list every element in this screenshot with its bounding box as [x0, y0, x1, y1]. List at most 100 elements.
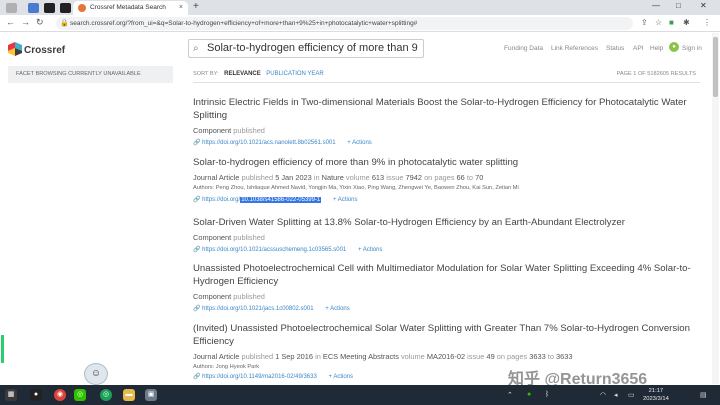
bookmark-star-icon[interactable]: ☆	[655, 18, 662, 27]
user-avatar-icon[interactable]: ●	[669, 42, 679, 52]
result-links: 🔗 https://doi.org/10.1021/acssuschemeng.…	[193, 245, 693, 255]
link-icon: 🔗	[193, 247, 201, 253]
result-title[interactable]: Intrinsic Electric Fields in Two-dimensi…	[193, 96, 693, 122]
logo-text: Crossref	[24, 45, 66, 56]
penguin-icon[interactable]: ●	[30, 389, 42, 401]
nav-sign-in[interactable]: Sign in	[682, 45, 702, 52]
result-authors: Authors: Peng Zhou, Ishtiaque Ahmed Navi…	[193, 185, 519, 191]
link-icon: 🔗	[193, 197, 201, 203]
scroll-indicator	[1, 335, 4, 363]
crossref-favicon-icon	[78, 4, 86, 12]
result-doi-link[interactable]: https://doi.org/10.1149/ma2016-02/49/363…	[202, 374, 317, 380]
crossref-logo-icon	[8, 42, 22, 56]
crossref-logo[interactable]: Crossref	[8, 40, 68, 60]
divider	[193, 82, 700, 83]
page-scrollbar[interactable]	[712, 33, 719, 384]
maximize-button[interactable]: □	[676, 1, 681, 10]
active-tab[interactable]: Crossref Metadata Search ×	[73, 1, 188, 15]
browser-toolbar: ← → ↻ 🔒 search.crossref.org/?from_ui=&q=…	[0, 15, 720, 32]
facet-sidebar-notice: FACET BROWSING CURRENTLY UNAVAILABLE	[8, 66, 173, 83]
forward-arrow-icon[interactable]: →	[21, 17, 30, 27]
result-meta: Component published	[193, 126, 265, 135]
active-tab-title: Crossref Metadata Search	[90, 4, 166, 11]
search-input-value: Solar-to-hydrogen efficiency of more tha…	[207, 42, 418, 54]
page-count: PAGE 1 OF 5182605 RESULTS	[616, 71, 696, 77]
search-input[interactable]: ⌕ Solar-to-hydrogen efficiency of more t…	[188, 39, 424, 58]
sort-publication-year[interactable]: PUBLICATION YEAR	[266, 71, 323, 77]
clock-date: 2023/3/14	[643, 396, 669, 402]
browser-tab-bar: Crossref Metadata Search × + — □ ✕	[0, 0, 720, 15]
tab-icon-4[interactable]	[60, 3, 71, 13]
app-icon[interactable]: ▣	[145, 389, 157, 401]
result-meta: Journal Article published 1 Sep 2016 in …	[193, 352, 573, 361]
result-title[interactable]: Solar-Driven Water Splitting at 13.8% So…	[193, 216, 693, 229]
link-icon: 🔗	[193, 306, 201, 312]
doi-selected-text: 10.1038/s41586-022-05399-1	[240, 197, 322, 203]
result-actions-button[interactable]: + Actions	[333, 197, 358, 203]
search-icon: ⌕	[193, 43, 199, 54]
result-actions-button[interactable]: + Actions	[328, 374, 353, 380]
new-tab-button[interactable]: +	[193, 1, 199, 12]
tray-arrow-icon[interactable]: ⌃	[507, 391, 513, 399]
tab-close-icon[interactable]: ×	[179, 1, 183, 15]
start-icon[interactable]: ▦	[5, 389, 17, 401]
mascot-icon[interactable]: ☺	[84, 363, 108, 385]
result-links: 🔗 https://doi.org/10.1038/s41586-022-053…	[193, 195, 693, 205]
result-title[interactable]: Unassisted Photoelectrochemical Cell wit…	[193, 262, 693, 288]
result-actions-button[interactable]: + Actions	[358, 247, 383, 253]
result-doi-link[interactable]: https://doi.org/10.1021/acs.nanolett.8b0…	[202, 140, 335, 146]
extension-icon[interactable]: ■	[669, 18, 674, 27]
folder-icon[interactable]: ▬	[123, 389, 135, 401]
result-actions-button[interactable]: + Actions	[325, 306, 350, 312]
tray-wechat-icon[interactable]: ●	[527, 391, 531, 398]
result-meta: Journal Article published 5 Jan 2023 in …	[193, 173, 484, 182]
puzzle-icon[interactable]: ✱	[683, 18, 690, 27]
address-bar-url: search.crossref.org/?from_ui=&q=Solar-to…	[70, 20, 418, 27]
result-meta: Component published	[193, 233, 265, 242]
tray-battery-icon[interactable]: ▭	[628, 391, 635, 399]
taskbar-clock[interactable]: 21:17 2023/3/14	[643, 387, 669, 403]
result-title[interactable]: Solar-to-hydrogen efficiency of more tha…	[193, 156, 693, 169]
tray-wifi-icon[interactable]: ◠	[600, 391, 606, 399]
result-item: Unassisted Photoelectrochemical Cell wit…	[193, 262, 693, 314]
result-actions-button[interactable]: + Actions	[347, 140, 372, 146]
result-links: 🔗 https://doi.org/10.1021/acs.nanolett.8…	[193, 138, 693, 148]
clock-time: 21:17	[648, 388, 664, 394]
link-icon: 🔗	[193, 140, 201, 146]
link-icon: 🔗	[193, 374, 201, 380]
nav-api[interactable]: API	[633, 45, 643, 52]
tray-bluetooth-icon[interactable]: ᛒ	[545, 391, 549, 398]
chrome-icon[interactable]: ◉	[54, 389, 66, 401]
result-doi-link[interactable]: https://doi.org/10.1038/s41586-022-05399…	[202, 197, 322, 203]
result-meta: Component published	[193, 292, 265, 301]
lock-icon: 🔒	[60, 20, 69, 27]
notification-icon[interactable]: ▤	[700, 391, 707, 399]
sort-label: SORT BY:	[193, 71, 219, 77]
tray-volume-icon[interactable]: ◂	[614, 391, 618, 399]
result-item: Solar-Driven Water Splitting at 13.8% So…	[193, 216, 693, 255]
menu-icon[interactable]: ⋮	[703, 18, 711, 27]
nav-status[interactable]: Status	[606, 45, 624, 52]
address-bar[interactable]: 🔒 search.crossref.org/?from_ui=&q=Solar-…	[56, 17, 633, 30]
window-close-button[interactable]: ✕	[700, 1, 707, 10]
tab-icon-2[interactable]	[28, 3, 39, 13]
result-title[interactable]: (Invited) Unassisted Photoelectrochemica…	[193, 322, 693, 348]
wechat-icon[interactable]: ◎	[74, 389, 86, 401]
result-item: Solar-to-hydrogen efficiency of more tha…	[193, 156, 693, 205]
tab-icon-1[interactable]	[6, 3, 17, 13]
sort-relevance[interactable]: RELEVANCE	[224, 71, 261, 77]
nav-help[interactable]: Help	[650, 45, 663, 52]
nav-link-references[interactable]: Link References	[551, 45, 598, 52]
share-icon[interactable]: ⇪	[641, 18, 648, 27]
result-doi-link[interactable]: https://doi.org/10.1021/acssuschemeng.1c…	[202, 247, 346, 253]
result-links: 🔗 https://doi.org/10.1021/jacs.1c00802.s…	[193, 304, 693, 314]
scrollbar-thumb[interactable]	[713, 37, 718, 97]
result-item: Intrinsic Electric Fields in Two-dimensi…	[193, 96, 693, 148]
result-doi-link[interactable]: https://doi.org/10.1021/jacs.1c00802.s00…	[202, 306, 313, 312]
nav-funding-data[interactable]: Funding Data	[504, 45, 543, 52]
reload-icon[interactable]: ↻	[36, 17, 44, 28]
back-arrow-icon[interactable]: ←	[6, 17, 15, 27]
phone-icon[interactable]: ◎	[100, 389, 112, 401]
tab-icon-3[interactable]	[44, 3, 55, 13]
minimize-button[interactable]: —	[652, 1, 660, 10]
